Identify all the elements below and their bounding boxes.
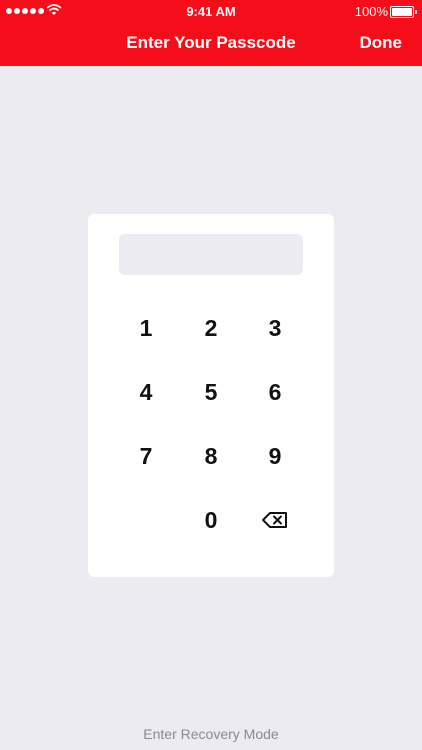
backspace-icon — [262, 512, 287, 528]
key-6[interactable]: 6 — [245, 367, 305, 417]
key-3[interactable]: 3 — [245, 303, 305, 353]
key-4[interactable]: 4 — [116, 367, 176, 417]
key-5[interactable]: 5 — [181, 367, 241, 417]
recovery-mode-link[interactable]: Enter Recovery Mode — [0, 726, 422, 742]
done-button[interactable]: Done — [360, 33, 403, 53]
key-0[interactable]: 0 — [181, 495, 241, 545]
key-2[interactable]: 2 — [181, 303, 241, 353]
passcode-input[interactable] — [119, 234, 303, 275]
backspace-button[interactable] — [245, 495, 305, 545]
battery-icon — [390, 6, 417, 18]
key-7[interactable]: 7 — [116, 431, 176, 481]
key-9[interactable]: 9 — [245, 431, 305, 481]
passcode-card: 1 2 3 4 5 6 7 8 9 0 — [88, 214, 334, 577]
key-8[interactable]: 8 — [181, 431, 241, 481]
navigation-bar: 9:41 AM 100% Enter Your Passcode Done — [0, 0, 422, 66]
battery-percentage: 100% — [354, 4, 388, 19]
status-bar: 9:41 AM 100% — [0, 0, 422, 22]
key-1[interactable]: 1 — [116, 303, 176, 353]
